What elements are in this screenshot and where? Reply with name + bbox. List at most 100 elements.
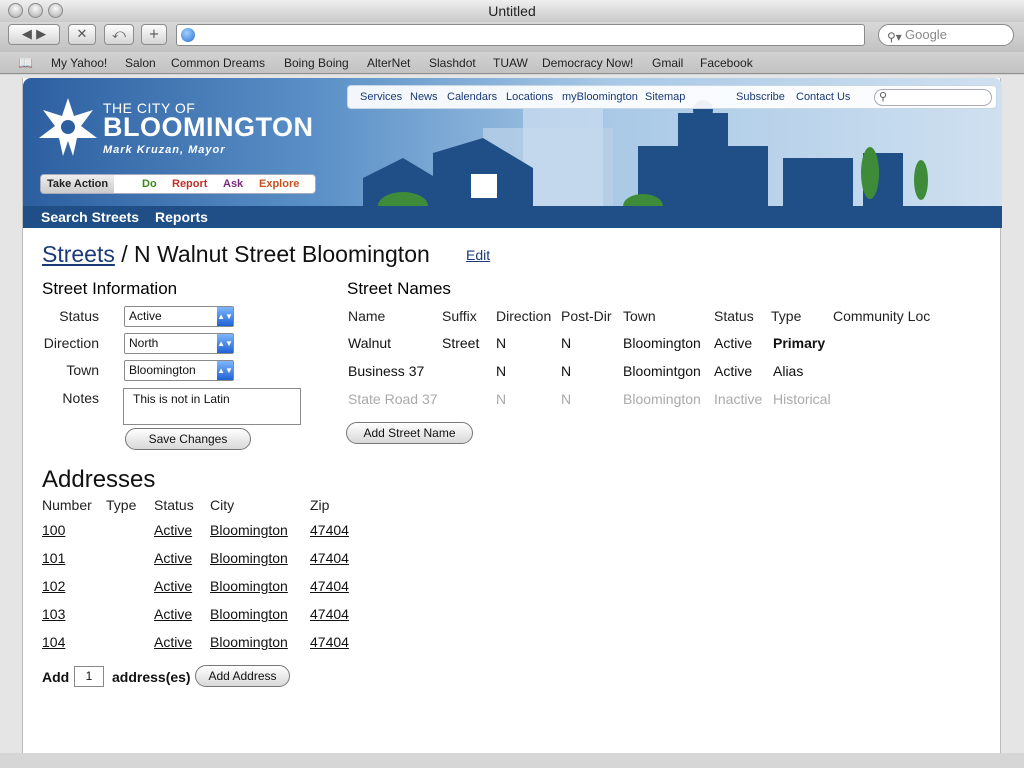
mayor-line: Mark Kruzan, Mayor bbox=[103, 144, 226, 156]
address-number-link[interactable]: 100 bbox=[42, 522, 65, 538]
logo-line-2: BLOOMINGTON bbox=[103, 112, 314, 142]
plus-icon: + bbox=[148, 27, 160, 42]
nav-search-streets[interactable]: Search Streets bbox=[41, 209, 139, 225]
take-action-do[interactable]: Do bbox=[142, 178, 157, 190]
street-town-cell: Bloomington bbox=[623, 335, 701, 351]
street-type-cell: Primary bbox=[773, 335, 826, 351]
address-zip-link[interactable]: 47404 bbox=[310, 522, 349, 538]
address-number-link[interactable]: 101 bbox=[42, 550, 65, 566]
bookmark-facebook[interactable]: Facebook bbox=[700, 56, 753, 70]
site-search-input[interactable]: ⚲ bbox=[874, 89, 992, 106]
zoom-window-button[interactable] bbox=[48, 3, 63, 18]
status-select[interactable]: Active ▲▼ bbox=[124, 306, 234, 327]
address-zip-link[interactable]: 47404 bbox=[310, 550, 349, 566]
address-status-link[interactable]: Active bbox=[154, 550, 192, 566]
take-action-ask[interactable]: Ask bbox=[223, 178, 243, 190]
address-zip-link[interactable]: 47404 bbox=[310, 606, 349, 622]
title-bar: Untitled bbox=[0, 0, 1024, 22]
stop-button[interactable]: ✕ bbox=[68, 24, 96, 45]
address-city-link[interactable]: Bloomington bbox=[210, 522, 288, 538]
street-post-dir-cell: N bbox=[561, 391, 572, 407]
street-post-dir-cell: N bbox=[561, 335, 572, 351]
globe-icon bbox=[181, 28, 195, 42]
nav-reports[interactable]: Reports bbox=[155, 209, 208, 225]
search-icon: ⚲▾ bbox=[887, 30, 902, 44]
web-search-field[interactable]: ⚲▾ Google bbox=[878, 24, 1014, 46]
town-select[interactable]: Bloomington ▲▼ bbox=[124, 360, 234, 381]
bookmark-democracy-now[interactable]: Democracy Now! bbox=[542, 56, 633, 70]
topnav-locations[interactable]: Locations bbox=[506, 91, 553, 103]
street-status-cell: Active bbox=[714, 363, 753, 379]
bookmark-common-dreams[interactable]: Common Dreams bbox=[171, 56, 265, 70]
address-city-link[interactable]: Bloomington bbox=[210, 550, 288, 566]
back-arrow-icon[interactable]: ◀ bbox=[22, 27, 32, 42]
address-status-link[interactable]: Active bbox=[154, 522, 192, 538]
addresses-heading: Addresses bbox=[42, 466, 156, 493]
forward-arrow-icon[interactable]: ▶ bbox=[36, 27, 46, 42]
topnav-calendars[interactable]: Calendars bbox=[447, 91, 497, 103]
address-number-link[interactable]: 104 bbox=[42, 634, 65, 650]
address-number-link[interactable]: 102 bbox=[42, 578, 65, 594]
topnav-contact-us[interactable]: Contact Us bbox=[796, 91, 850, 103]
address-city-link[interactable]: Bloomington bbox=[210, 578, 288, 594]
back-forward-buttons[interactable]: ◀ ▶ bbox=[8, 24, 60, 45]
col-suffix: Suffix bbox=[442, 308, 477, 324]
street-direction-cell: N bbox=[496, 335, 507, 351]
site-banner: THE CITY OF BLOOMINGTON Mark Kruzan, May… bbox=[23, 78, 1002, 206]
address-city-link[interactable]: Bloomington bbox=[210, 606, 288, 622]
address-status-link[interactable]: Active bbox=[154, 578, 192, 594]
bookmark-gmail[interactable]: Gmail bbox=[652, 56, 683, 70]
take-action-report[interactable]: Report bbox=[172, 178, 207, 190]
col-status: Status bbox=[714, 308, 754, 324]
street-status-cell: Inactive bbox=[714, 391, 763, 407]
bookmark-salon[interactable]: Salon bbox=[125, 56, 156, 70]
bookmark-tuaw[interactable]: TUAW bbox=[493, 56, 528, 70]
street-name-cell: Business 37 bbox=[348, 363, 425, 379]
address-number-link[interactable]: 103 bbox=[42, 606, 65, 622]
notes-textarea[interactable]: This is not in Latin bbox=[123, 388, 301, 425]
street-suffix-cell: Street bbox=[442, 335, 480, 351]
bookmark-slashdot[interactable]: Slashdot bbox=[429, 56, 476, 70]
topnav-news[interactable]: News bbox=[410, 91, 438, 103]
street-type-cell: Alias bbox=[773, 363, 804, 379]
street-name-cell: Walnut bbox=[348, 335, 392, 351]
col-post-dir: Post-Dir bbox=[561, 308, 612, 324]
book-icon[interactable]: 📖 bbox=[18, 56, 33, 70]
snapback-button[interactable]: ⤺ bbox=[104, 24, 134, 45]
direction-value: North bbox=[129, 336, 159, 350]
direction-select[interactable]: North ▲▼ bbox=[124, 333, 234, 354]
chevron-down-icon: ▲▼ bbox=[217, 361, 233, 380]
breadcrumb-streets-link[interactable]: Streets bbox=[42, 241, 115, 267]
top-navigation: Services News Calendars Locations myBloo… bbox=[347, 85, 997, 109]
bookmark-my-yahoo[interactable]: My Yahoo! bbox=[51, 56, 107, 70]
add-label: Add bbox=[42, 669, 70, 685]
take-action-explore[interactable]: Explore bbox=[259, 178, 299, 190]
bookmark-alternet[interactable]: AlterNet bbox=[367, 56, 410, 70]
topnav-services[interactable]: Services bbox=[360, 91, 402, 103]
save-changes-button[interactable]: Save Changes bbox=[125, 428, 251, 450]
street-post-dir-cell: N bbox=[561, 363, 572, 379]
street-names-heading: Street Names bbox=[347, 279, 451, 298]
add-street-name-button[interactable]: Add Street Name bbox=[346, 422, 473, 444]
topnav-mybloomington[interactable]: myBloomington bbox=[562, 91, 638, 103]
address-status-link[interactable]: Active bbox=[154, 606, 192, 622]
col-number: Number bbox=[42, 497, 92, 513]
add-bookmark-button[interactable]: + bbox=[141, 24, 167, 45]
main-content: Streets / N Walnut Street Bloomington Ed… bbox=[23, 228, 1002, 753]
close-window-button[interactable] bbox=[8, 3, 23, 18]
address-count-input[interactable]: 1 bbox=[74, 666, 104, 687]
address-zip-link[interactable]: 47404 bbox=[310, 578, 349, 594]
address-status-link[interactable]: Active bbox=[154, 634, 192, 650]
address-bar[interactable] bbox=[176, 24, 865, 46]
topnav-subscribe[interactable]: Subscribe bbox=[736, 91, 785, 103]
edit-link[interactable]: Edit bbox=[466, 247, 490, 263]
address-zip-link[interactable]: 47404 bbox=[310, 634, 349, 650]
web-viewport: THE CITY OF BLOOMINGTON Mark Kruzan, May… bbox=[0, 75, 1024, 753]
address-city-link[interactable]: Bloomington bbox=[210, 634, 288, 650]
status-label: Status bbox=[59, 308, 99, 324]
topnav-sitemap[interactable]: Sitemap bbox=[645, 91, 685, 103]
city-logo-icon bbox=[39, 98, 97, 156]
bookmark-boing-boing[interactable]: Boing Boing bbox=[284, 56, 349, 70]
add-address-button[interactable]: Add Address bbox=[195, 665, 290, 687]
minimize-window-button[interactable] bbox=[28, 3, 43, 18]
